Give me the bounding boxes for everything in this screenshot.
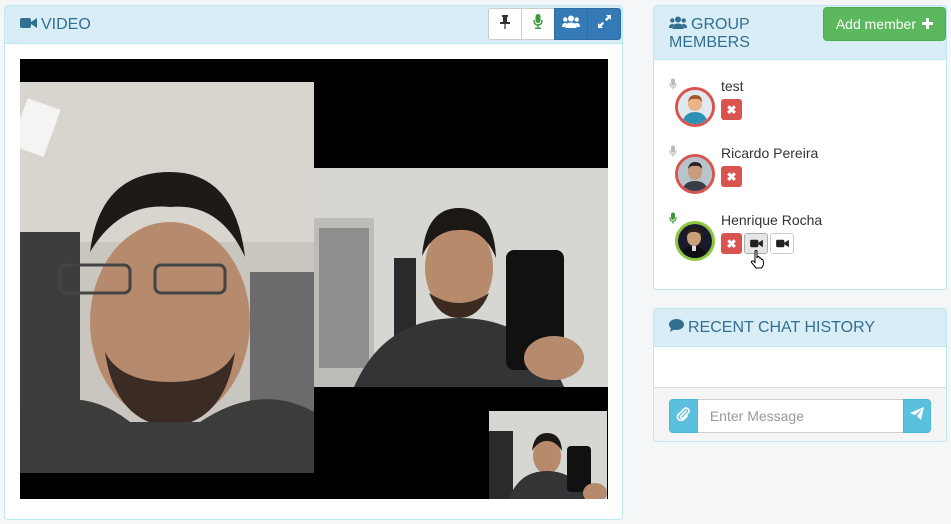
paper-plane-icon [909,407,924,425]
member-controls: ✖ [721,166,742,187]
close-icon: ✖ [726,236,737,251]
chat-panel-title-wrap: RECENT CHAT HISTORY [669,319,875,336]
add-member-button[interactable]: Add member [822,7,946,41]
self-video-feed[interactable] [489,411,607,499]
main-video-feed[interactable] [20,82,314,473]
member-item-ricardo: Ricardo Pereira ✖ [654,145,946,205]
chat-panel: RECENT CHAT HISTORY [653,308,947,442]
remove-member-button[interactable]: ✖ [721,99,742,120]
secondary-video-feed[interactable] [314,168,608,387]
view-video-button[interactable] [770,233,794,254]
video-toolbar [488,8,621,40]
video-panel-title: VIDEO [41,16,91,34]
microphone-muted-icon [669,145,677,163]
message-input-group [669,399,931,433]
member-item-test: test ✖ [654,78,946,138]
avatar [675,221,715,261]
video-stage [20,59,608,499]
send-message-button[interactable] [902,399,931,433]
participants-button[interactable] [554,8,588,40]
member-name: Ricardo Pereira [721,145,819,161]
group-members-heading: GROUP MEMBERS Add member [654,6,946,60]
microphone-button[interactable] [521,8,555,40]
attach-file-button[interactable] [669,399,698,433]
message-input[interactable] [697,399,903,433]
group-members-panel: GROUP MEMBERS Add member test ✖ Ricardo … [653,5,947,290]
chat-panel-title: RECENT CHAT HISTORY [688,319,875,337]
microphone-muted-icon [669,78,677,96]
users-icon [562,15,580,33]
users-icon [669,16,687,34]
member-controls: ✖ [721,99,742,120]
video-panel-title-wrap: VIDEO [20,16,91,33]
video-panel-heading: VIDEO [5,6,622,44]
group-members-title-wrap: GROUP MEMBERS [669,16,789,52]
comment-icon [669,319,684,337]
hand-cursor-icon [750,249,766,274]
close-icon: ✖ [726,169,737,184]
expand-icon [597,15,611,33]
fullscreen-button[interactable] [587,8,621,40]
remove-member-button[interactable]: ✖ [721,233,742,254]
microphone-active-icon [669,212,677,230]
avatar [675,87,715,127]
member-name: test [721,78,744,94]
plus-icon [922,16,933,32]
close-icon: ✖ [726,102,737,117]
chat-footer [654,387,946,441]
video-camera-icon [775,235,789,253]
video-camera-icon [20,16,37,34]
chat-history [654,347,946,387]
remove-member-button[interactable]: ✖ [721,166,742,187]
add-member-label: Add member [835,16,916,32]
member-item-henrique: Henrique Rocha ✖ [654,212,946,272]
avatar [675,154,715,194]
chat-panel-heading: RECENT CHAT HISTORY [654,309,946,347]
video-panel: VIDEO [4,5,623,520]
pin-button[interactable] [488,8,522,40]
microphone-icon [533,14,543,34]
member-name: Henrique Rocha [721,212,823,228]
paperclip-icon [676,406,691,426]
pin-icon [500,14,510,34]
